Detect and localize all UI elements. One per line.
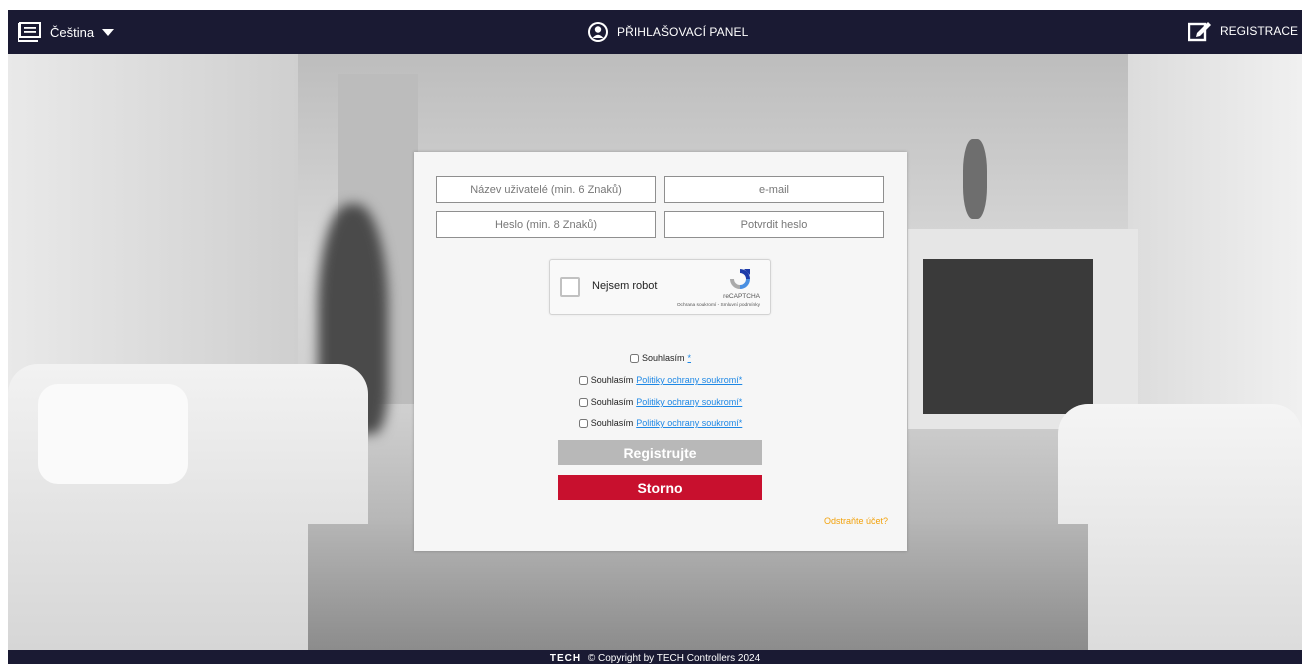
background-cushion xyxy=(38,384,188,484)
recaptcha-logo-icon xyxy=(730,269,750,289)
recaptcha-terms[interactable]: Ochrana soukromí - Smluvní podmínky xyxy=(677,303,760,308)
consent-row-1: Souhlasím * xyxy=(414,353,907,363)
background-vase xyxy=(963,139,987,219)
remove-account-link[interactable]: Odstraňte účet? xyxy=(824,516,888,526)
background-window xyxy=(1128,54,1302,454)
user-circle-icon xyxy=(588,22,608,42)
recaptcha-widget: Nejsem robot reCAPTCHA Ochrana soukromí … xyxy=(549,259,771,315)
consent-row-2: Souhlasím Politiky ochrany soukromí* xyxy=(414,375,907,385)
footer-logo: TECH xyxy=(549,653,582,664)
register-button[interactable]: Registrujte xyxy=(558,440,762,465)
consent-text-1: Souhlasím xyxy=(641,353,685,363)
recaptcha-brand: reCAPTCHA xyxy=(723,293,760,300)
page-title-text: PŘIHLAŠOVACÍ PANEL xyxy=(617,25,749,39)
edit-icon xyxy=(1187,22,1211,42)
recaptcha-checkbox[interactable] xyxy=(560,277,580,297)
username-input[interactable] xyxy=(436,176,656,203)
privacy-policy-link-3[interactable]: Politiky ochrany soukromí* xyxy=(636,397,742,407)
privacy-policy-link-2[interactable]: Politiky ochrany soukromí* xyxy=(636,375,742,385)
consent-checkbox-4[interactable] xyxy=(578,418,588,428)
chevron-down-icon xyxy=(102,29,115,36)
consent-checkbox-3[interactable] xyxy=(578,397,588,407)
consent-checkbox-1[interactable] xyxy=(629,353,639,363)
footer: TECH © Copyright by TECH Controllers 202… xyxy=(8,650,1302,664)
language-list-icon xyxy=(18,22,41,42)
consent-row-3: Souhlasím Politiky ochrany soukromí* xyxy=(414,397,907,407)
password-input[interactable] xyxy=(436,211,656,238)
consent-text-3: Souhlasím xyxy=(590,397,634,407)
top-bar: Čeština PŘIHLAŠOVACÍ PANEL REGISTRACE xyxy=(8,10,1302,54)
registration-form: Nejsem robot reCAPTCHA Ochrana soukromí … xyxy=(414,152,907,551)
registration-page: Čeština PŘIHLAŠOVACÍ PANEL REGISTRACE Ná… xyxy=(0,0,1302,664)
footer-copyright: © Copyright by TECH Controllers 2024 xyxy=(587,653,761,664)
background-sofa-right xyxy=(1058,404,1302,650)
consent-link-1[interactable]: * xyxy=(688,353,692,363)
recaptcha-label: Nejsem robot xyxy=(592,280,658,292)
register-link[interactable]: REGISTRACE xyxy=(1187,20,1298,42)
language-selector[interactable]: Čeština xyxy=(18,22,115,42)
consent-text-4: Souhlasím xyxy=(590,418,634,428)
consent-checkbox-2[interactable] xyxy=(578,375,588,385)
privacy-policy-link-4[interactable]: Politiky ochrany soukromí* xyxy=(636,418,742,428)
background-fireplace xyxy=(923,259,1093,414)
page-title: PŘIHLAŠOVACÍ PANEL xyxy=(587,21,748,43)
register-link-label: REGISTRACE xyxy=(1219,24,1298,38)
email-input[interactable] xyxy=(664,176,884,203)
consent-row-4: Souhlasím Politiky ochrany soukromí* xyxy=(414,418,907,428)
consent-text-2: Souhlasím xyxy=(590,375,634,385)
cancel-button[interactable]: Storno xyxy=(558,475,762,500)
language-label: Čeština xyxy=(50,24,95,40)
confirm-password-input[interactable] xyxy=(664,211,884,238)
